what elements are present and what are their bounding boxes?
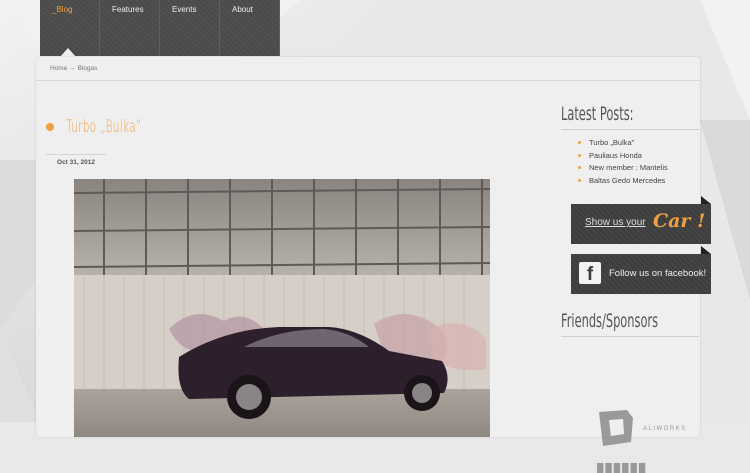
nav-features[interactable]: Features <box>100 0 160 56</box>
latest-posts-heading: Latest Posts: <box>561 103 634 125</box>
latest-posts-list: Turbo „Bulka” Pauliaus Honda New member … <box>561 138 701 188</box>
sponsor-logo[interactable]: ALIWORKS <box>597 408 685 453</box>
banner-fold <box>701 196 711 205</box>
sponsor-label: ALIWORKS <box>643 426 687 432</box>
sidebar: Latest Posts: Turbo „Bulka” Pauliaus Hon… <box>561 103 711 473</box>
facebook-banner[interactable]: f Follow us on facebook! <box>571 246 711 295</box>
divider <box>561 336 699 338</box>
show-your-car-banner[interactable]: Show us your Car ! <box>571 196 711 245</box>
facebook-banner-text: Follow us on facebook! <box>609 268 707 280</box>
show-banner-car-word: Car ! <box>653 210 706 233</box>
post-title-text[interactable]: Turbo „Bulka” <box>66 117 142 137</box>
banner-fold <box>701 246 711 255</box>
main-nav: _Blog Features Events About <box>40 0 280 57</box>
latest-post-item[interactable]: Turbo „Bulka” <box>561 138 701 151</box>
aliworks-logo-icon <box>599 410 633 446</box>
post-date: Oct 31, 2012 <box>46 154 106 166</box>
sponsor-logo-partial[interactable]: ██████ <box>597 463 647 473</box>
nav-events[interactable]: Events <box>160 0 220 56</box>
show-banner-text: Show us your <box>585 217 646 229</box>
content-panel: Home → Blogas Turbo „Bulka” Oct 31, 2012 <box>36 57 711 473</box>
latest-post-item[interactable]: New member : Mantelis <box>561 163 701 176</box>
facebook-icon: f <box>579 262 601 285</box>
divider <box>561 129 699 130</box>
post-photo[interactable] <box>74 179 490 437</box>
latest-post-item[interactable]: Pauliaus Honda <box>561 151 701 164</box>
nav-about[interactable]: About <box>220 0 280 56</box>
latest-post-item[interactable]: Baltas Gedo Mercedes <box>561 176 701 189</box>
bullet-icon <box>46 123 54 131</box>
nav-blog[interactable]: _Blog <box>40 0 100 57</box>
post-title[interactable]: Turbo „Bulka” <box>46 117 188 137</box>
breadcrumb[interactable]: Home → Blogas <box>36 57 700 81</box>
car-photo-image <box>74 179 490 437</box>
friends-sponsors-heading: Friends/Sponsors <box>561 310 659 333</box>
